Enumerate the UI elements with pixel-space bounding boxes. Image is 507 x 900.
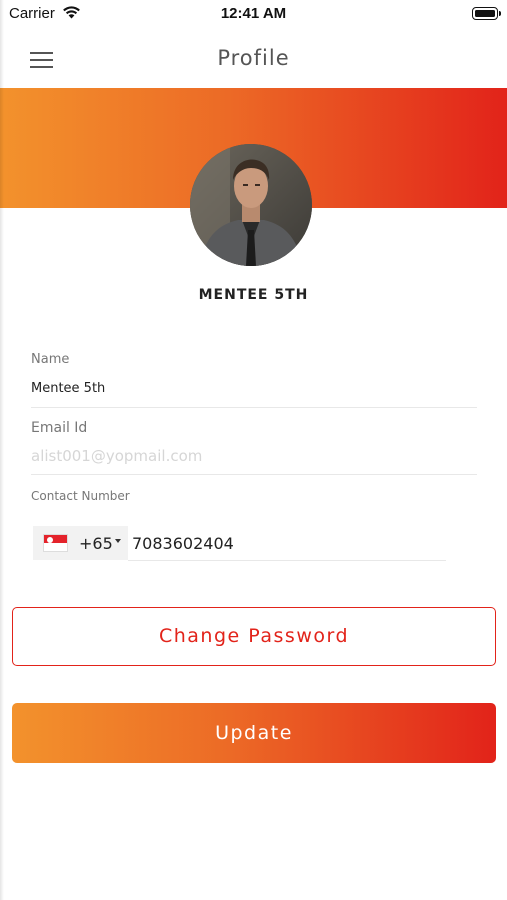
- name-label: Name: [31, 352, 70, 367]
- country-code-picker[interactable]: +65: [33, 526, 128, 560]
- update-button[interactable]: Update: [12, 703, 496, 763]
- avatar[interactable]: [190, 144, 312, 266]
- profile-display-name: MENTEE 5TH: [198, 287, 309, 303]
- status-time: 12:41 AM: [220, 5, 287, 22]
- avatar-photo: [190, 144, 312, 266]
- email-divider: [31, 474, 477, 475]
- page-title: Profile: [217, 46, 290, 70]
- nav-bar: Profile: [0, 28, 507, 88]
- contact-number-label: Contact Number: [31, 489, 130, 503]
- profile-screen: Carrier 12:41 AM Profile MENTEE 5TH Name…: [0, 0, 507, 900]
- status-bar: Carrier 12:41 AM: [0, 0, 507, 28]
- battery-icon: [472, 7, 501, 20]
- phone-number-input[interactable]: [132, 531, 432, 555]
- phone-number-row: +65: [31, 524, 446, 562]
- dial-code: +65: [79, 534, 113, 553]
- phone-divider: [128, 560, 446, 561]
- email-field[interactable]: [31, 444, 477, 468]
- change-password-button[interactable]: Change Password: [12, 607, 496, 666]
- email-label: Email Id: [31, 420, 88, 436]
- singapore-flag-icon: [43, 534, 68, 552]
- name-divider: [31, 407, 477, 408]
- name-field[interactable]: Mentee 5th: [31, 381, 105, 396]
- chevron-down-icon: [115, 539, 121, 543]
